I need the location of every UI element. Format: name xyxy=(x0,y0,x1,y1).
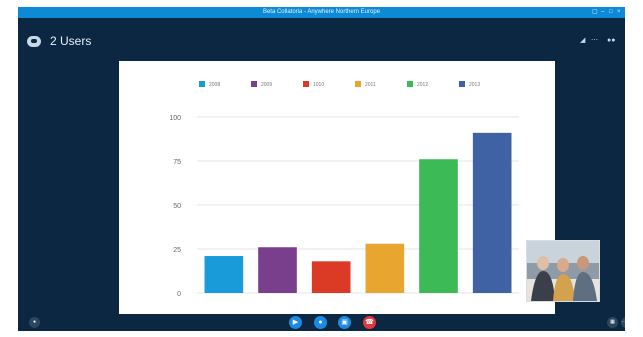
participant-count[interactable]: 2 Users xyxy=(50,34,91,49)
title-bar: Beta Collatoria - Anywhere Northern Euro… xyxy=(18,7,625,18)
y-tick-label: 75 xyxy=(173,159,181,166)
y-tick-label: 100 xyxy=(169,115,181,122)
devices-icon[interactable]: ▦ xyxy=(607,317,618,328)
legend-swatch xyxy=(459,81,465,87)
legend-label: 2012 xyxy=(417,82,428,88)
legend-label: 2008 xyxy=(209,82,220,88)
signal-icon: ◢ xyxy=(580,37,586,44)
legend-label: 2011 xyxy=(365,82,376,88)
legend-label: 2009 xyxy=(261,82,272,88)
bar-1010 xyxy=(311,261,351,293)
shared-screen: 0 25 50 75 100 2008 2009 1010 2011 2012 2013 xyxy=(119,61,555,314)
restore-icon[interactable]: ▢ xyxy=(592,8,598,17)
conversation-header: 2 Users ◢ ⋯ ●● xyxy=(18,18,625,62)
video-icon[interactable]: ▶ xyxy=(289,316,302,329)
users-icon[interactable] xyxy=(27,36,41,47)
more-options-icon[interactable]: ⋯ xyxy=(621,317,625,328)
legend-swatch xyxy=(199,81,205,87)
y-tick-label: 25 xyxy=(173,247,181,254)
bar-2008 xyxy=(204,256,244,293)
mic-icon[interactable]: ● xyxy=(314,316,327,329)
participants-icon[interactable]: ●● xyxy=(607,36,615,46)
close-icon[interactable]: × xyxy=(617,8,621,17)
legend-label: 2013 xyxy=(469,82,480,88)
more-icon[interactable]: ⋯ xyxy=(591,36,598,46)
legend-swatch xyxy=(251,81,257,87)
legend-swatch xyxy=(355,81,361,87)
bar-chart: 0 25 50 75 100 2008 2009 1010 2011 2012 2013 xyxy=(169,81,519,298)
meeting-window: Beta Collatoria - Anywhere Northern Euro… xyxy=(18,7,625,331)
bar-2012 xyxy=(419,159,458,293)
window-title: Beta Collatoria - Anywhere Northern Euro… xyxy=(262,9,381,15)
screen-share-icon[interactable]: ▣ xyxy=(338,316,351,329)
y-tick-label: 50 xyxy=(173,203,181,210)
chat-icon[interactable]: ● xyxy=(29,317,40,328)
y-tick-label: 0 xyxy=(177,291,181,298)
self-video-preview[interactable] xyxy=(526,240,600,302)
maximize-icon[interactable]: □ xyxy=(609,8,613,17)
bar-2013 xyxy=(472,132,512,293)
legend-label: 1010 xyxy=(313,82,324,88)
hang-up-icon[interactable]: ☎ xyxy=(363,316,376,329)
call-controls: ● ▶ ● ▣ ☎ ▦ ⋯ xyxy=(18,314,625,331)
legend-swatch xyxy=(303,81,309,87)
legend-swatch xyxy=(407,81,413,87)
minimize-icon[interactable]: – xyxy=(601,8,604,17)
bar-2009 xyxy=(258,247,297,293)
bar-2011 xyxy=(365,243,405,293)
video-people-image xyxy=(527,241,599,301)
